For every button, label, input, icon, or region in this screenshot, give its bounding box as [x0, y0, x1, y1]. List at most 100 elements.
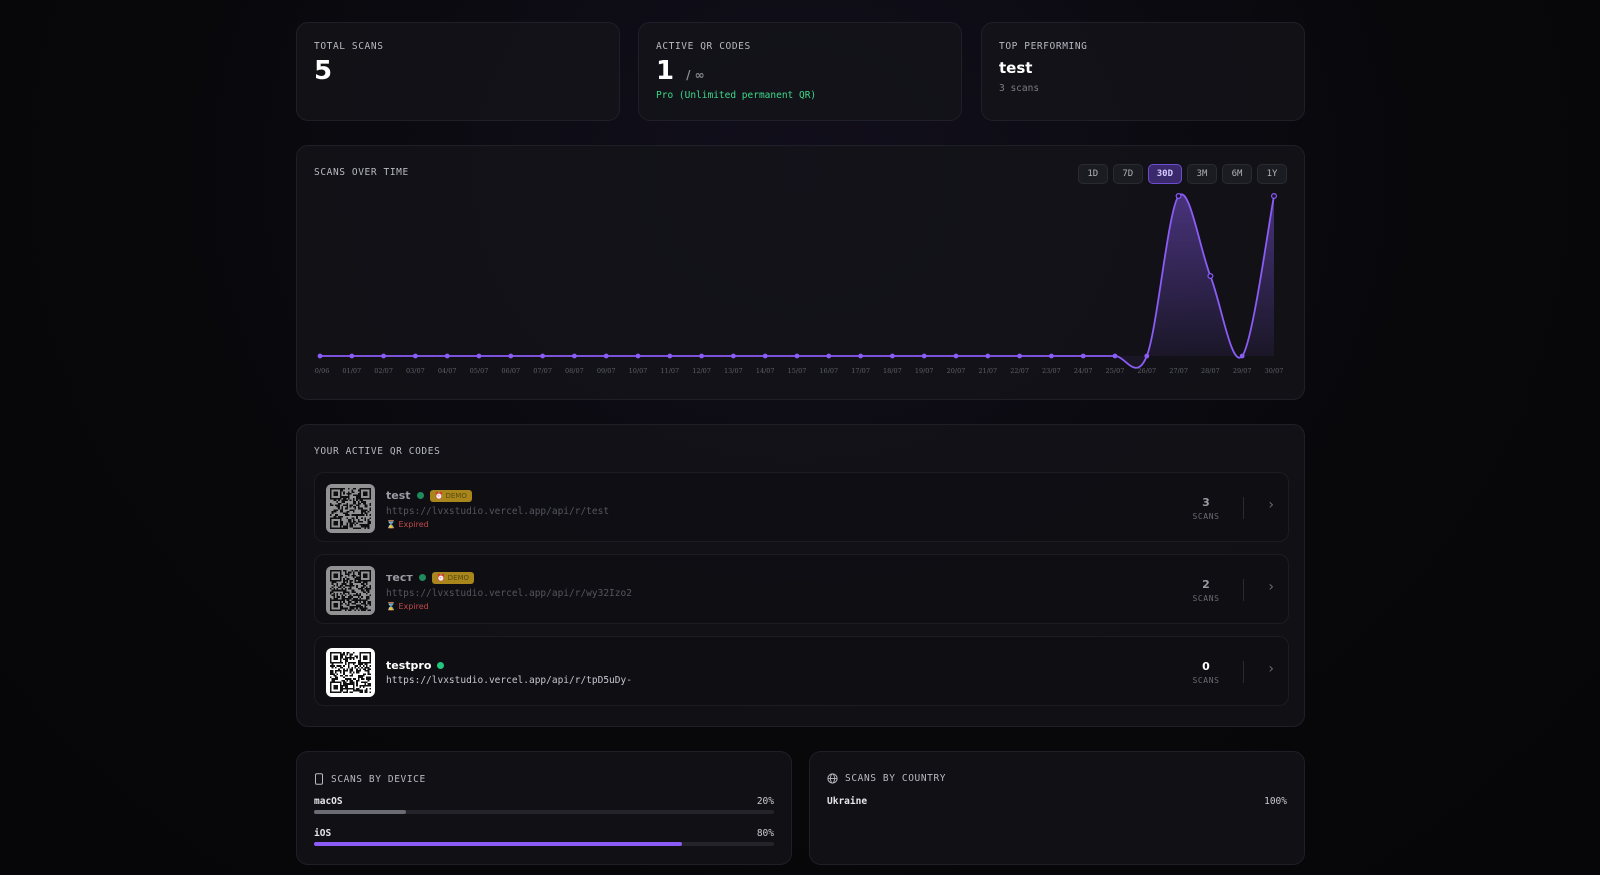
- chart-point[interactable]: [1049, 353, 1054, 359]
- x-tick-label: 16/07: [819, 367, 838, 375]
- x-tick-label: 03/07: [406, 367, 425, 375]
- chart-point[interactable]: [412, 353, 418, 359]
- demo-badge: ⏰ DEMO: [431, 571, 475, 584]
- chart-point[interactable]: [1017, 353, 1022, 359]
- device-bar-fill: [314, 810, 406, 814]
- phone-icon: [315, 773, 323, 785]
- scan-count: 0 SCANS: [1186, 660, 1226, 685]
- qr-code-url: https://lvxstudio.vercel.app/api/r/test: [386, 506, 610, 517]
- range-button-6m[interactable]: 6M: [1222, 164, 1252, 184]
- scans-chart: 30/06 01/07 02/07 03/07 04/07 05/07 06/07 07/07…: [314, 192, 1283, 375]
- top-performing-label: TOP PERFORMING: [999, 41, 1088, 52]
- qr-code-row[interactable]: тест ⏰ DEMO https://lvxstudio.vercel.app/a…: [314, 554, 1289, 624]
- range-selector: 1D 7D 30D 3M 6M 1Y: [1077, 164, 1287, 184]
- qr-section-title: YOUR ACTIVE QR CODES: [314, 446, 441, 457]
- qr-code-name: test: [386, 489, 411, 502]
- x-tick-label: 19/07: [915, 367, 934, 375]
- chart-point[interactable]: [444, 353, 450, 359]
- qr-code-url: https://lvxstudio.vercel.app/api/r/tpD5u…: [386, 675, 632, 686]
- chart-point[interactable]: [508, 353, 514, 359]
- scans-over-time-card: SCANS OVER TIME 1D7D30D3M6M1Y 30/0601/07…: [296, 145, 1305, 400]
- range-button-7d[interactable]: 7D: [1112, 164, 1143, 184]
- x-tick-label: 22/07: [1010, 367, 1029, 375]
- chart-point[interactable]: [667, 353, 673, 359]
- chart-point[interactable]: [1175, 192, 1182, 200]
- chart-point[interactable]: [985, 353, 991, 359]
- chart-point[interactable]: [349, 353, 355, 359]
- plan-label: Pro (Unlimited permanent QR): [656, 90, 817, 101]
- chart-point[interactable]: [1144, 353, 1150, 359]
- x-tick-label: 26/07: [1137, 367, 1156, 375]
- total-scans-card: TOTAL SCANS 5: [296, 22, 620, 121]
- chart-point[interactable]: [1112, 353, 1118, 359]
- chart-point[interactable]: [858, 353, 863, 359]
- x-tick-label: 20/07: [947, 367, 966, 375]
- x-tick-label: 18/07: [883, 367, 902, 375]
- chevron-right-icon[interactable]: ›: [1268, 579, 1274, 595]
- chart-point[interactable]: [699, 353, 705, 359]
- scan-count: 3 SCANS: [1186, 496, 1226, 521]
- x-tick-label: 12/07: [692, 367, 711, 375]
- qr-code-row[interactable]: testpro https://lvxstudio.vercel.app/api/…: [314, 636, 1289, 706]
- status-dot: [416, 492, 424, 499]
- x-tick-label: 25/07: [1106, 367, 1125, 375]
- chart-point[interactable]: [953, 353, 959, 359]
- x-tick-label: 07/07: [533, 367, 552, 375]
- chart-point[interactable]: [317, 353, 323, 359]
- country-percent: 100%: [1264, 796, 1287, 807]
- demo-badge: ⏰ DEMO: [429, 489, 472, 502]
- globe-icon: [827, 773, 838, 784]
- chart-point[interactable]: [476, 353, 482, 359]
- chart-point[interactable]: [890, 353, 895, 359]
- scan-count-label: SCANS: [1192, 512, 1220, 521]
- chart-point[interactable]: [1270, 192, 1277, 200]
- qr-code-name: testpro: [386, 659, 432, 672]
- chart-point[interactable]: [603, 353, 609, 359]
- top-performing-name: test: [999, 59, 1033, 77]
- x-tick-label: 13/07: [724, 367, 743, 375]
- chart-point[interactable]: [731, 353, 736, 359]
- divider: [1243, 497, 1244, 519]
- chart-point[interactable]: [826, 353, 832, 359]
- qr-code-thumbnail: [326, 484, 375, 533]
- scan-count-value: 3: [1202, 496, 1210, 509]
- qr-name-row: тест ⏰ DEMO: [386, 571, 475, 584]
- scan-count: 2 SCANS: [1186, 578, 1226, 603]
- chart-point[interactable]: [572, 353, 577, 359]
- x-tick-label: 09/07: [597, 367, 616, 375]
- chart-point[interactable]: [1207, 272, 1214, 279]
- chart-point[interactable]: [762, 353, 768, 359]
- chart-point[interactable]: [635, 353, 641, 359]
- device-percent: 80%: [756, 828, 774, 839]
- x-tick-label: 10/07: [629, 367, 648, 375]
- x-tick-label: 24/07: [1074, 367, 1093, 375]
- chart-point[interactable]: [921, 353, 927, 359]
- device-bar-fill: [314, 842, 682, 846]
- country-name: Ukraine: [827, 796, 868, 807]
- range-button-1y[interactable]: 1Y: [1257, 164, 1287, 184]
- qr-name-row: testpro: [386, 659, 445, 672]
- device-name: macOS: [314, 796, 343, 807]
- scan-count-label: SCANS: [1192, 594, 1220, 603]
- chart-point[interactable]: [794, 353, 800, 359]
- x-tick-label: 06/07: [501, 367, 520, 375]
- chevron-right-icon[interactable]: ›: [1268, 497, 1274, 513]
- chart-point[interactable]: [1080, 353, 1086, 359]
- chart-point[interactable]: [381, 353, 386, 359]
- active-qr-value: 1: [656, 56, 675, 86]
- qr-code-row[interactable]: test ⏰ DEMO https://lvxstudio.vercel.app/a…: [314, 472, 1289, 542]
- scan-count-value: 0: [1202, 660, 1210, 673]
- x-tick-label: 15/07: [788, 367, 807, 375]
- expired-status: ⌛ Expired: [386, 520, 429, 529]
- range-button-3m[interactable]: 3M: [1187, 164, 1217, 184]
- range-button-1d[interactable]: 1D: [1077, 164, 1108, 184]
- qr-code-thumbnail: [326, 648, 375, 697]
- device-name: iOS: [314, 828, 332, 839]
- active-qr-card: ACTIVE QR CODES 1 / ∞ Pro (Unlimited perm…: [638, 22, 962, 121]
- chart-point[interactable]: [540, 353, 546, 359]
- chevron-right-icon[interactable]: ›: [1268, 661, 1274, 677]
- total-scans-value: 5: [314, 56, 333, 86]
- range-button-30d[interactable]: 30D: [1147, 164, 1182, 184]
- device-bar-track: [314, 842, 774, 846]
- chart-point[interactable]: [1239, 353, 1245, 359]
